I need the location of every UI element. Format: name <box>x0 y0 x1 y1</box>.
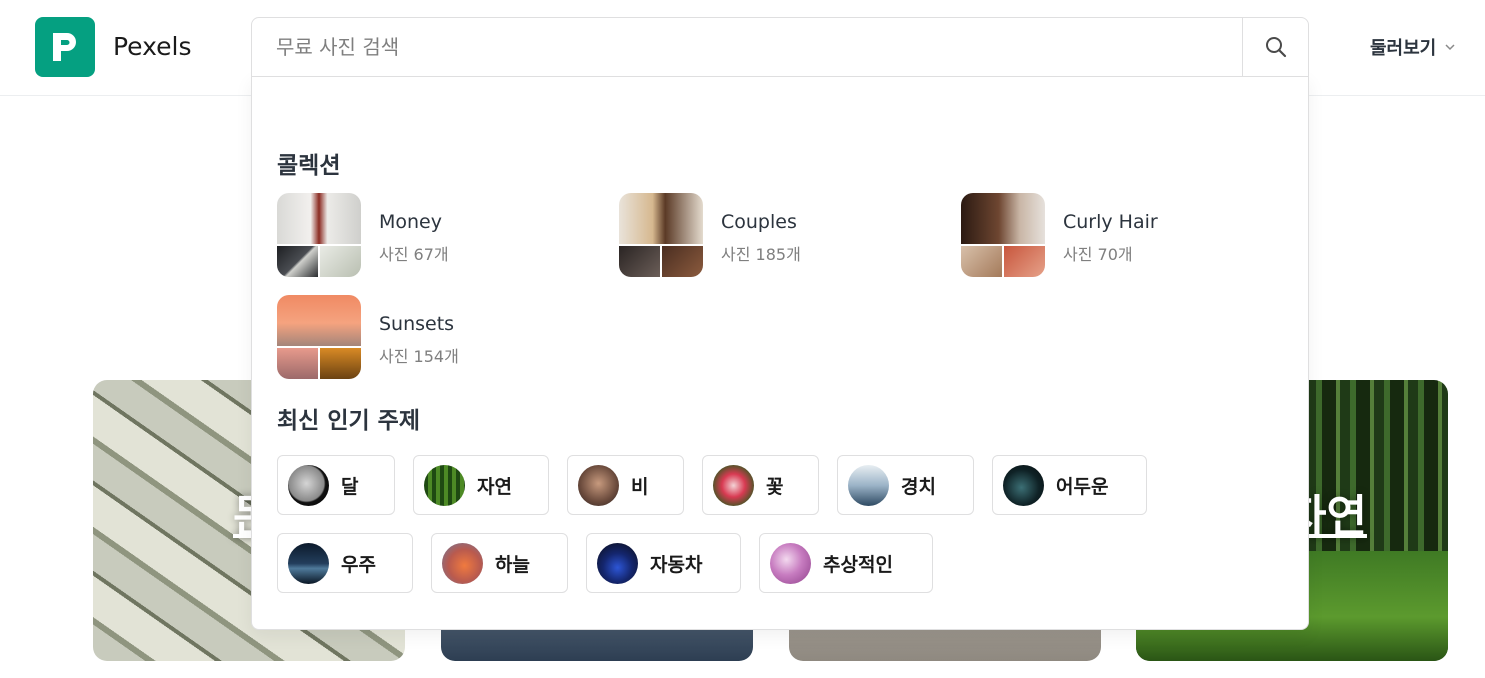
topic-chip-dark[interactable]: 어두운 <box>992 455 1147 515</box>
search-suggestions-dropdown: 콜렉션 Money 사진 67개 Couples 사진 185개 Curly H… <box>251 76 1309 630</box>
topic-thumb <box>288 542 329 584</box>
collection-curly-hair[interactable]: Curly Hair 사진 70개 <box>961 193 1261 277</box>
topic-chip-space[interactable]: 우주 <box>277 533 413 593</box>
topic-thumb <box>424 464 465 506</box>
topic-chip-scenery[interactable]: 경치 <box>837 455 974 515</box>
search-button[interactable] <box>1242 18 1308 76</box>
collection-count: 사진 154개 <box>379 347 459 366</box>
topic-chip-flower[interactable]: 꽃 <box>702 455 819 515</box>
trending-title: 최신 인기 주제 <box>277 408 420 434</box>
collection-count: 사진 70개 <box>1063 245 1133 264</box>
topic-chip-car[interactable]: 자동차 <box>586 533 741 593</box>
topic-thumb <box>848 464 889 506</box>
topic-label: 우주 <box>341 553 376 576</box>
collection-name: Money <box>379 211 442 233</box>
topic-thumb <box>578 464 619 506</box>
collection-count: 사진 185개 <box>721 245 801 264</box>
chevron-down-icon <box>1445 44 1455 51</box>
topic-label: 꽃 <box>766 475 784 498</box>
collection-count: 사진 67개 <box>379 245 449 264</box>
explore-label: 둘러보기 <box>1370 38 1437 59</box>
topic-label: 비 <box>631 475 649 498</box>
topic-chip-moon[interactable]: 달 <box>277 455 395 515</box>
collection-thumbnail <box>619 193 703 277</box>
topic-label: 추상적인 <box>823 553 893 576</box>
search-input[interactable] <box>252 18 1242 76</box>
topic-thumb <box>1003 464 1044 506</box>
topic-label: 어두운 <box>1056 475 1109 498</box>
topic-chip-rain[interactable]: 비 <box>567 455 684 515</box>
collection-thumbnail <box>277 193 361 277</box>
topic-label: 경치 <box>901 475 936 498</box>
pexels-logo-icon[interactable] <box>35 17 95 77</box>
collection-thumbnail <box>277 295 361 379</box>
topic-thumb <box>713 464 754 506</box>
topic-thumb <box>442 542 483 584</box>
topic-label: 자동차 <box>650 553 703 576</box>
topic-label: 자연 <box>477 475 512 498</box>
topic-label: 달 <box>341 475 359 498</box>
explore-menu[interactable]: 둘러보기 <box>1370 34 1456 60</box>
collection-name: Couples <box>721 211 797 233</box>
collection-sunsets[interactable]: Sunsets 사진 154개 <box>277 295 577 379</box>
search-icon <box>1265 37 1286 58</box>
collections-title: 콜렉션 <box>277 153 341 179</box>
collection-name: Sunsets <box>379 313 455 335</box>
collection-couples[interactable]: Couples 사진 185개 <box>619 193 919 277</box>
brand-name[interactable]: Pexels <box>113 32 192 61</box>
collection-thumbnail <box>961 193 1045 277</box>
collection-name: Curly Hair <box>1063 211 1158 233</box>
topic-thumb <box>288 464 329 506</box>
topic-chip-abstract[interactable]: 추상적인 <box>759 533 933 593</box>
collection-money[interactable]: Money 사진 67개 <box>277 193 577 277</box>
topic-chip-nature[interactable]: 자연 <box>413 455 549 515</box>
search-bar <box>251 17 1309 77</box>
topic-thumb <box>770 542 811 584</box>
topic-thumb <box>597 542 638 584</box>
topic-label: 하늘 <box>495 553 530 576</box>
topic-chip-sky[interactable]: 하늘 <box>431 533 568 593</box>
